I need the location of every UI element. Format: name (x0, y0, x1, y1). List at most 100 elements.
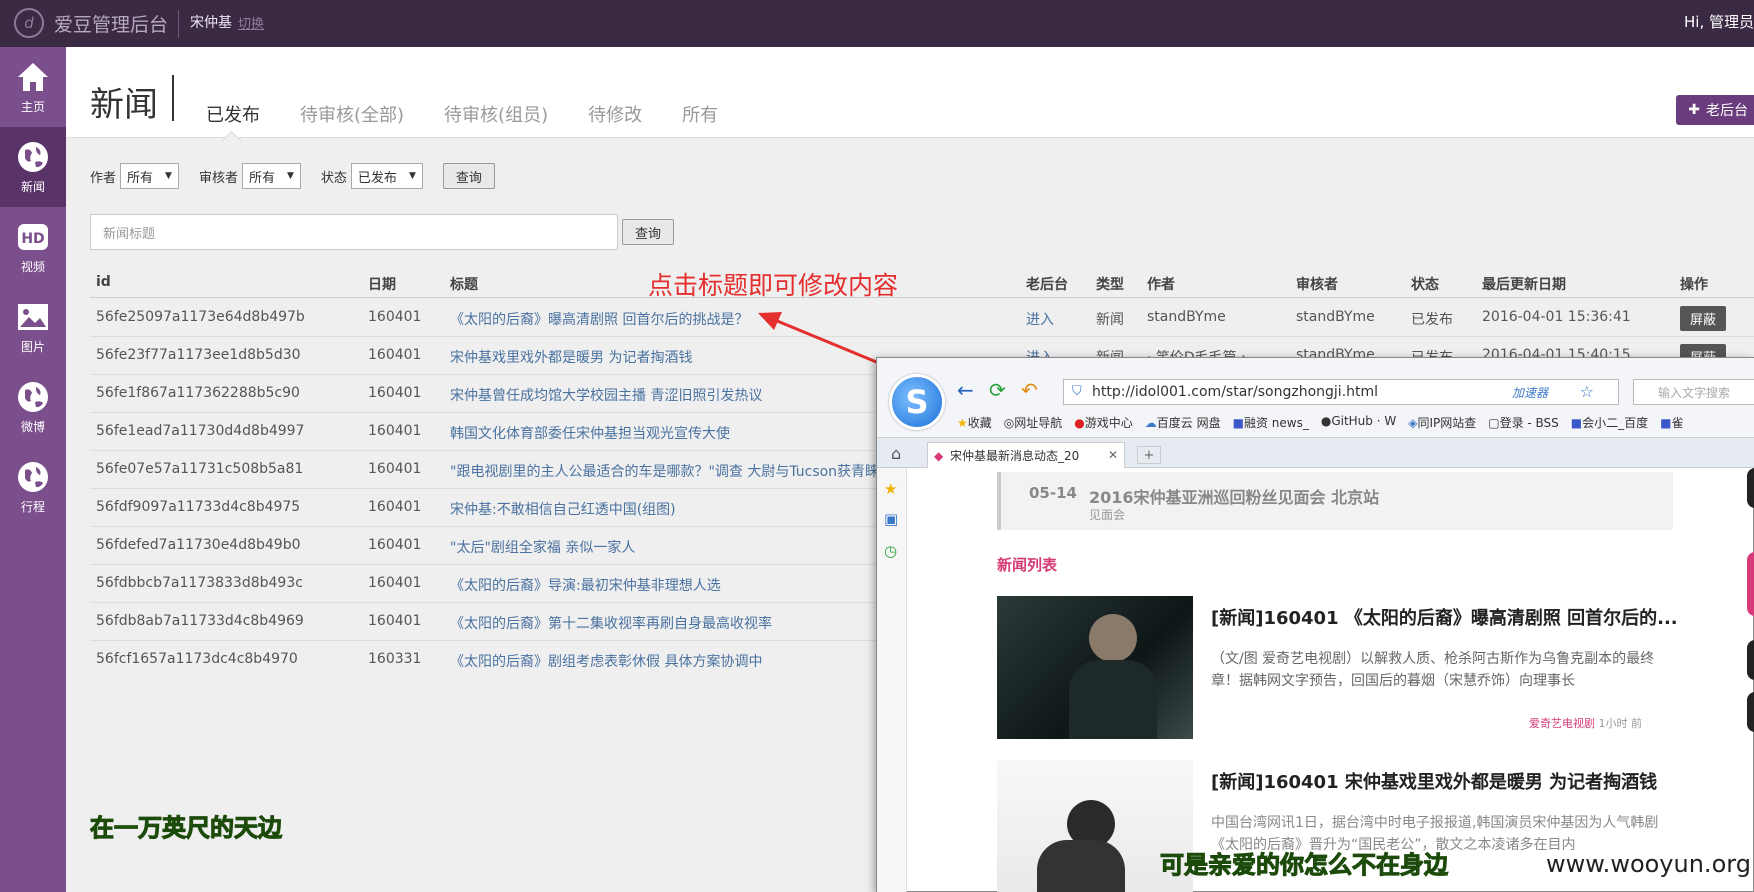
home-icon[interactable]: ⌂ (891, 444, 901, 463)
sidebar-item-weibo[interactable]: 微博 (0, 367, 66, 447)
switch-user-link[interactable]: 切换 (238, 13, 264, 32)
star-icon[interactable]: ☆ (1580, 382, 1594, 401)
news-title-search-input[interactable]: 新闻标题 (90, 214, 618, 250)
lyric-caption-left: 在一万英尺的天边 (90, 814, 283, 843)
bookmark-item[interactable]: ■融资 news_ (1233, 414, 1309, 431)
sidebar-item-video[interactable]: HD 视频 (0, 207, 66, 287)
tab-to-modify[interactable]: 待修改 (588, 101, 642, 127)
bookmark-label: 百度云 网盘 (1156, 416, 1221, 430)
news-source[interactable]: 爱奇艺电视剧 (1529, 717, 1595, 730)
bookmark-item[interactable]: ★收藏 (957, 414, 992, 431)
author-select[interactable]: 所有 ▼ (120, 163, 179, 189)
cell-date: 160401 (368, 537, 422, 553)
bookmark-item[interactable]: ◎网址导航 (1004, 414, 1063, 431)
news-thumbnail[interactable] (997, 596, 1193, 739)
star-icon[interactable]: ★ (884, 480, 897, 498)
cell-title-link[interactable]: 宋仲基:不敢相信自己红透中国(组图) (450, 499, 676, 519)
sidebar-item-label: 主页 (20, 99, 45, 114)
reviewer-select[interactable]: 所有 ▼ (241, 163, 301, 189)
address-bar[interactable]: ⛉ http://idol001.com/star/songzhongji.ht… (1063, 379, 1619, 405)
undo-icon[interactable]: ↶ (1021, 378, 1038, 402)
game-icon: ● (1074, 416, 1085, 430)
cell-title-link[interactable]: "跟电视剧里的主人公最适合的车是哪款？"调查 大尉与Tucson获青睐 (450, 461, 879, 481)
paw-icon: ■ (1570, 416, 1583, 430)
event-card[interactable]: 05-14 2016宋仲基亚洲巡回粉丝见面会 北京站 见面会 (997, 472, 1673, 530)
page-title: 新闻 (90, 85, 158, 125)
sidebar-item-schedule[interactable]: 行程 (0, 447, 66, 527)
sidebar-item-images[interactable]: 图片 (0, 287, 66, 367)
column-header-date: 日期 (368, 277, 396, 293)
news-title-link[interactable]: [新闻]160401 宋仲基戏里戏外都是暖男 为记者掏酒钱 (1211, 768, 1657, 794)
svg-text:HD: HD (21, 231, 44, 247)
greeting[interactable]: Hi, 管理员 (1684, 11, 1754, 32)
app-badge-icon[interactable] (1747, 552, 1754, 616)
cell-reviewer: standBYme (1296, 309, 1375, 325)
cell-old-admin-link[interactable]: 进入 (1026, 309, 1054, 329)
dropdown-arrow-icon: ▼ (408, 171, 416, 181)
bookmark-item[interactable]: ◈同IP网站查 (1408, 414, 1476, 431)
browser-tab-title: 宋仲基最新消息动态_20 (950, 449, 1080, 463)
tab-published[interactable]: 已发布 (206, 101, 260, 127)
bookmark-item[interactable]: ■会小二_百度 (1571, 414, 1648, 431)
sidebar-item-home[interactable]: 主页 (0, 47, 66, 127)
cell-title-link[interactable]: 《太阳的后裔》导演:最初宋仲基非理想人选 (450, 575, 721, 595)
dropdown-arrow-icon: ▼ (286, 171, 294, 181)
sidebar-item-news[interactable]: 新闻 (0, 127, 66, 207)
old-admin-button[interactable]: ✚ 老后台 (1676, 95, 1754, 125)
cell-title-link[interactable]: 《太阳的后裔》第十二集收视率再刷自身最高收视率 (450, 613, 772, 633)
bookmark-item[interactable]: ●游戏中心 (1074, 414, 1133, 431)
bookmark-item[interactable]: ■雀 (1660, 414, 1683, 431)
cell-title-link[interactable]: 《太阳的后裔》剧组考虑表彰休假 具体方案协调中 (450, 651, 762, 671)
sidebar-item-label: 视频 (20, 259, 45, 274)
filter-query-button[interactable]: 查询 (442, 163, 495, 189)
bookmark-item[interactable]: ▢登录 - BSS (1488, 414, 1559, 431)
brand[interactable]: d 爱豆管理后台 (14, 8, 168, 38)
new-tab-button[interactable]: + (1137, 446, 1161, 464)
cell-title-link[interactable]: 宋仲基戏里戏外都是暖男 为记者掏酒钱 (450, 347, 692, 367)
browser-tab[interactable]: ◆ 宋仲基最新消息动态_20 ✕ (927, 442, 1125, 468)
cell-id: 56fe25097a1173e64d8b497b (96, 309, 305, 325)
status-select[interactable]: 已发布 ▼ (350, 163, 423, 189)
event-title: 2016宋仲基亚洲巡回粉丝见面会 北京站 (1089, 488, 1380, 507)
tab-bar: 已发布 待审核(全部) 待审核(组员) 待修改 所有 (206, 101, 718, 127)
android-icon[interactable] (1747, 692, 1754, 732)
bookmark-item[interactable]: ●GitHub · W (1321, 414, 1396, 431)
bookmark-item[interactable]: ☁百度云 网盘 (1145, 414, 1221, 431)
table-header: id 日期 标题 老后台 类型 作者 审核者 状态 最后更新日期 操作 (90, 270, 1754, 298)
back-icon[interactable]: ← (957, 378, 974, 402)
browser-tab-bar: ⌂ ◆ 宋仲基最新消息动态_20 ✕ + (877, 438, 1754, 468)
column-header-id: id (96, 274, 111, 290)
cell-title-link[interactable]: 《太阳的后裔》曝高清剧照 回首尔后的挑战是？ (450, 309, 748, 329)
tab-pending-members[interactable]: 待审核(组员) (444, 101, 548, 127)
tab-pending-all[interactable]: 待审核(全部) (300, 101, 404, 127)
close-icon[interactable]: ✕ (1108, 448, 1118, 462)
play-icon[interactable] (1747, 468, 1754, 508)
event-date: 05-14 (1029, 484, 1077, 502)
browser-search-input[interactable]: 输入文字搜索 (1633, 379, 1754, 405)
event-subtitle: 见面会 (1089, 508, 1126, 522)
sidebar-item-label: 图片 (20, 339, 45, 354)
refresh-icon[interactable]: ⟳ (989, 378, 1006, 402)
bookmark-label: 会小二_百度 (1582, 416, 1649, 430)
hd-video-icon: HD (18, 223, 48, 250)
cell-id: 56fe07e57a11731c508b5a81 (96, 461, 304, 477)
cell-title-link[interactable]: "太后"剧组全家福 亲似一家人 (450, 537, 635, 557)
author-filter-label: 作者 (90, 170, 117, 186)
cell-title-link[interactable]: 韩国文化体育部委任宋仲基担当观光宣传大使 (450, 423, 730, 443)
news-title-link[interactable]: [新闻]160401 《太阳的后裔》曝高清剧照 回首尔后的... (1211, 604, 1678, 630)
paw-icon: ■ (1660, 416, 1672, 430)
news-time: 1小时 前 (1598, 717, 1643, 730)
github-icon: ● (1320, 414, 1332, 428)
brand-name: 爱豆管理后台 (54, 13, 169, 36)
tab-all[interactable]: 所有 (682, 101, 718, 127)
accelerator-label[interactable]: 加速器 (1512, 384, 1548, 401)
apple-icon[interactable] (1747, 640, 1754, 680)
block-button[interactable]: 屏蔽 (1680, 306, 1727, 331)
browser-logo-icon[interactable]: S (889, 374, 945, 430)
cell-title-link[interactable]: 宋仲基曾任成均馆大学校园主播 青涩旧照引发热议 (450, 385, 762, 405)
watermark: www.wooyun.org (1546, 850, 1751, 878)
cell-date: 160401 (368, 347, 422, 363)
search-query-button[interactable]: 查询 (622, 219, 675, 245)
reader-icon[interactable]: ▣ (884, 510, 898, 528)
clock-icon[interactable]: ◷ (884, 542, 897, 560)
